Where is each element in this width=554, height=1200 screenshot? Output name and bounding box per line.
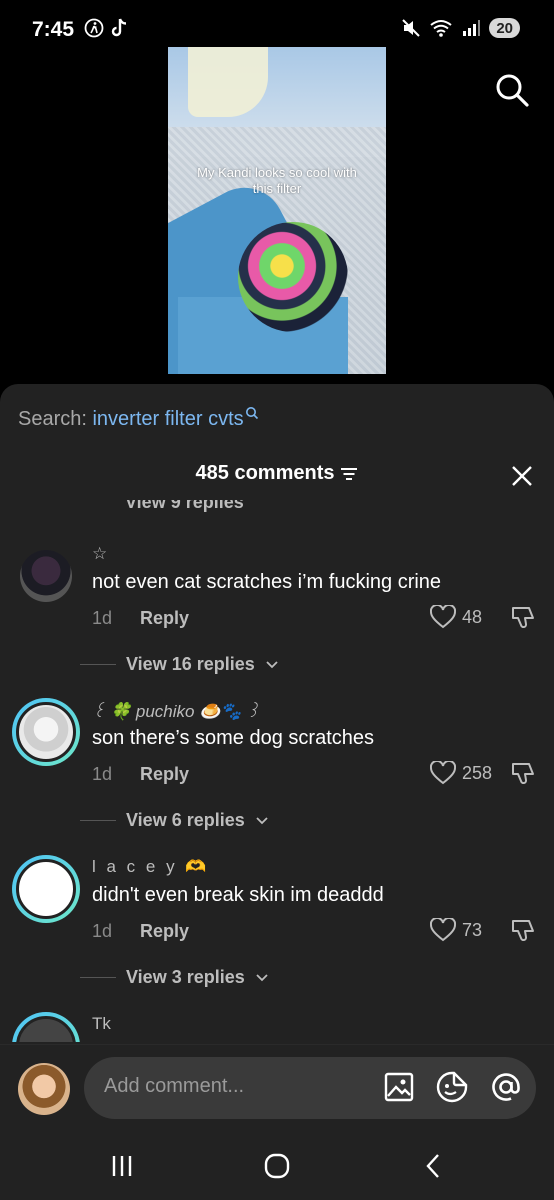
image-icon[interactable]: [384, 1072, 414, 1102]
avatar[interactable]: [12, 698, 80, 766]
like-count: 48: [462, 606, 483, 627]
comment-input[interactable]: Add comment...: [84, 1057, 536, 1119]
close-icon[interactable]: [510, 464, 534, 488]
signal-icon: [463, 20, 481, 36]
dislike-icon[interactable]: [510, 917, 536, 943]
like-count: 258: [462, 762, 493, 783]
view-replies-partial[interactable]: View 9 replies: [125, 500, 244, 513]
recent-apps-icon[interactable]: [108, 1152, 136, 1180]
walking-icon: [84, 18, 104, 38]
chevron-down-icon: [256, 973, 268, 981]
like-count: 73: [462, 919, 483, 940]
search-suggestion[interactable]: Search: inverter filter cvts: [18, 407, 259, 431]
my-avatar[interactable]: [18, 1063, 70, 1115]
reply-button[interactable]: Reply: [140, 921, 189, 942]
wifi-icon: [430, 20, 452, 37]
search-label: Search:: [18, 408, 93, 430]
reply-button[interactable]: Reply: [140, 608, 189, 629]
video-caption: My Kandi looks so cool with this filter: [197, 165, 357, 196]
dislike-icon[interactable]: [510, 760, 536, 786]
likes-group: 258: [430, 760, 536, 786]
sticker-icon[interactable]: [436, 1071, 468, 1103]
view-replies-label: View 6 replies: [126, 810, 245, 830]
search-small-icon: [245, 407, 258, 420]
avatar[interactable]: [12, 1012, 80, 1042]
comment-text: not even cat scratches i’m fucking crine: [92, 571, 442, 593]
android-nav-bar: [0, 1130, 554, 1200]
tiktok-icon: [111, 18, 127, 37]
home-icon[interactable]: [263, 1152, 291, 1180]
status-right-icons: 20: [401, 18, 520, 38]
view-replies-button[interactable]: View 3 replies: [80, 967, 269, 988]
comment-meta: 1d Reply: [92, 764, 189, 785]
view-replies-label: View 16 replies: [126, 654, 255, 674]
battery-indicator: 20: [489, 18, 520, 38]
reply-button[interactable]: Reply: [140, 764, 189, 785]
comment-meta: 1d Reply: [92, 921, 189, 942]
comment-text: didn't even break skin im deaddd: [92, 884, 384, 906]
comment-age: 1d: [92, 764, 113, 784]
view-replies-button[interactable]: View 16 replies: [80, 654, 279, 675]
status-time: 7:45: [32, 18, 75, 41]
heart-icon[interactable]: [430, 918, 456, 942]
view-replies-button[interactable]: View 6 replies: [80, 810, 269, 831]
video-preview[interactable]: My Kandi looks so cool with this filter: [168, 47, 386, 374]
dislike-icon[interactable]: [510, 604, 536, 630]
comment-username[interactable]: ꒰ 🍀 puchiko 🍮🐾 ꒱: [92, 700, 260, 722]
chevron-down-icon: [266, 660, 278, 668]
mention-icon[interactable]: [490, 1071, 522, 1103]
comments-list: View 9 replies ☆ not even cat scratches …: [0, 500, 554, 1042]
battery-level: 20: [496, 19, 513, 37]
comment-input-placeholder: Add comment...: [104, 1075, 245, 1097]
likes-group: 48: [430, 604, 536, 630]
search-term[interactable]: inverter filter cvts: [92, 408, 243, 430]
avatar[interactable]: [20, 550, 72, 602]
likes-group: 73: [430, 917, 536, 943]
heart-icon[interactable]: [430, 605, 456, 629]
kandi-bracelet-image: [238, 222, 348, 332]
comment-username[interactable]: ☆: [92, 544, 107, 564]
avatar[interactable]: [12, 855, 80, 923]
comment-text: son there’s some dog scratches: [92, 727, 375, 749]
chevron-down-icon: [256, 816, 268, 824]
sort-filter-icon[interactable]: [340, 467, 358, 481]
heart-icon[interactable]: [430, 761, 456, 785]
comment-age: 1d: [92, 608, 113, 628]
comment-age: 1d: [92, 921, 113, 941]
comments-header: 485 comments: [0, 462, 554, 488]
comment-username[interactable]: l a c e y 🫶: [92, 857, 209, 877]
status-left-icons: [84, 18, 128, 38]
view-replies-label: View 3 replies: [126, 967, 245, 987]
search-icon[interactable]: [494, 72, 530, 108]
back-icon[interactable]: [420, 1152, 448, 1180]
comment-input-bar: Add comment...: [0, 1044, 554, 1130]
comment-meta: 1d Reply: [92, 608, 189, 629]
comment-username[interactable]: Tk: [92, 1014, 111, 1034]
mute-icon: [402, 19, 421, 37]
comments-count: 485 comments: [195, 462, 335, 484]
